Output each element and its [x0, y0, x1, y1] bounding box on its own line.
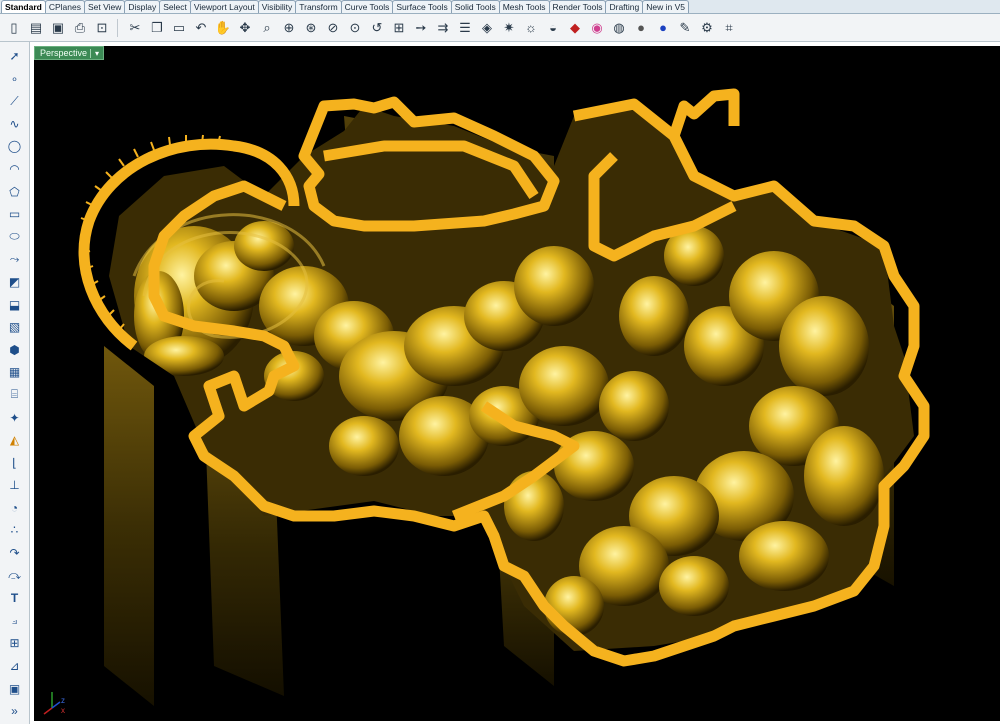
mesh-icon[interactable]: ▦ — [4, 362, 26, 382]
zoom-window-icon[interactable]: ⊕ — [279, 18, 299, 38]
light-icon[interactable]: ✷ — [499, 18, 519, 38]
cut-icon[interactable]: ✂ — [125, 18, 145, 38]
tab-transform[interactable]: Transform — [295, 0, 342, 13]
analyze-icon[interactable]: ◒ — [543, 18, 563, 38]
block-icon[interactable]: ⤼ — [4, 566, 26, 586]
chevron-down-icon[interactable]: ▾ — [90, 48, 103, 58]
copy-object-icon[interactable]: ⇉ — [433, 18, 453, 38]
tab-display[interactable]: Display — [124, 0, 161, 13]
toolbar-tab-strip: Standard CPlanes Set View Display Select View… — [0, 0, 1000, 14]
pan-icon[interactable]: ✋ — [213, 18, 233, 38]
transform-icon[interactable]: ⊞ — [4, 633, 26, 653]
perspective-viewport[interactable] — [34, 46, 1000, 721]
text-icon[interactable]: ↷ — [4, 543, 26, 563]
zoom-selected-icon[interactable]: ⊘ — [323, 18, 343, 38]
world-axes-icon: z x — [40, 688, 70, 718]
material-icon[interactable]: ◍ — [609, 18, 629, 38]
extrude-icon[interactable]: ⬓ — [4, 295, 26, 315]
tab-surface-tools[interactable]: Surface Tools — [392, 0, 452, 13]
axis-label-x: x — [61, 706, 65, 715]
open-icon[interactable]: ▤ — [26, 18, 46, 38]
circle-icon[interactable]: ◯ — [4, 136, 26, 156]
offset-icon[interactable]: ⊥ — [4, 475, 26, 495]
grid-snap-icon[interactable]: ∴ — [4, 520, 26, 540]
tab-cplanes[interactable]: CPlanes — [44, 0, 85, 13]
standard-toolbar: ▯ ▤ ▣ ⎙ ⊡ ✂ ❐ ▭ ↶ ✋ ✥ ⌕ ⊕ ⊛ ⊘ ⊙ ↺ ⊞ ➙ ⇉ … — [0, 14, 1000, 42]
more-icon[interactable]: ▣ — [4, 679, 26, 699]
rotate-icon[interactable]: ✥ — [235, 18, 255, 38]
polyline-icon[interactable]: ⟋ — [4, 91, 26, 111]
move-icon[interactable]: ➙ — [411, 18, 431, 38]
tab-viewport-layout[interactable]: Viewport Layout — [189, 0, 259, 13]
color-wheel-icon[interactable]: ◉ — [587, 18, 607, 38]
zoom-icon[interactable]: ⌕ — [257, 18, 277, 38]
tab-render-tools[interactable]: Render Tools — [548, 0, 607, 13]
print-icon[interactable]: ⎙ — [70, 18, 90, 38]
edit-icon[interactable]: ✦ — [4, 408, 26, 428]
undo-view-icon[interactable]: ↺ — [367, 18, 387, 38]
zoom-target-icon[interactable]: ⊙ — [345, 18, 365, 38]
render-icon[interactable]: ◆ — [565, 18, 585, 38]
point-icon[interactable]: ∘ — [4, 69, 26, 89]
analyze-icon[interactable]: ⟓ — [4, 611, 26, 631]
arc-icon[interactable]: ◠ — [4, 159, 26, 179]
zoom-extents-icon[interactable]: ⊛ — [301, 18, 321, 38]
tab-visibility[interactable]: Visibility — [257, 0, 297, 13]
viewport-title-tab[interactable]: Perspective ▾ — [34, 46, 104, 60]
free-curve-icon[interactable]: ⤳ — [4, 249, 26, 269]
tab-mesh-tools[interactable]: Mesh Tools — [498, 0, 550, 13]
gear-icon[interactable]: ⚙ — [697, 18, 717, 38]
ellipse-icon[interactable]: ⬭ — [4, 227, 26, 247]
gold-relief-model — [78, 88, 930, 706]
more-icon[interactable]: » — [4, 701, 26, 721]
new-icon[interactable]: ▯ — [4, 18, 24, 38]
tab-solid-tools[interactable]: Solid Tools — [450, 0, 500, 13]
viewport-title: Perspective — [40, 48, 88, 58]
options-icon[interactable]: ✎ — [675, 18, 695, 38]
tab-new-in-v5[interactable]: New in V5 — [642, 0, 689, 13]
boolean-icon[interactable]: ◭ — [4, 430, 26, 450]
tab-drafting[interactable]: Drafting — [605, 0, 644, 13]
help-icon[interactable]: ⌗ — [719, 18, 739, 38]
group-icon[interactable]: T — [4, 588, 26, 608]
layers-icon[interactable]: ◈ — [477, 18, 497, 38]
main-left-toolbar: ➚ ∘ ⟋ ∿ ◯ ◠ ⬠ ▭ ⬭ ⤳ ◩ ⬓ ▧ ⬢ ▦ ⌸ ✦ ◭ ⌊ ⊥ … — [0, 42, 30, 724]
axis-label-z: z — [61, 696, 65, 705]
render-sphere-icon[interactable]: ● — [653, 18, 673, 38]
rectangle-icon[interactable]: ▭ — [4, 204, 26, 224]
curve-icon[interactable]: ∿ — [4, 114, 26, 134]
select-icon[interactable]: ➚ — [4, 46, 26, 66]
cube-icon[interactable]: ⊿ — [4, 656, 26, 676]
tab-standard[interactable]: Standard — [1, 0, 46, 13]
surface-icon[interactable]: ◩ — [4, 272, 26, 292]
properties-icon[interactable]: ☰ — [455, 18, 475, 38]
import-icon[interactable]: ⊡ — [92, 18, 112, 38]
fillet-icon[interactable]: ⌊ — [4, 453, 26, 473]
cylinder-icon[interactable]: ⌸ — [4, 385, 26, 405]
tab-select[interactable]: Select — [159, 0, 191, 13]
dimension-icon[interactable]: ◔ — [4, 498, 26, 518]
axes-gizmo — [43, 692, 61, 715]
undo-icon[interactable]: ↶ — [191, 18, 211, 38]
paste-icon[interactable]: ▭ — [169, 18, 189, 38]
solid-icon[interactable]: ⬢ — [4, 340, 26, 360]
tab-curve-tools[interactable]: Curve Tools — [340, 0, 394, 13]
grid-icon[interactable]: ⊞ — [389, 18, 409, 38]
save-icon[interactable]: ▣ — [48, 18, 68, 38]
copy-icon[interactable]: ❐ — [147, 18, 167, 38]
toolbar-separator — [117, 18, 122, 37]
sphere-icon[interactable]: ● — [631, 18, 651, 38]
polygon-icon[interactable]: ⬠ — [4, 182, 26, 202]
bulb-icon[interactable]: ☼ — [521, 18, 541, 38]
tab-set-view[interactable]: Set View — [83, 0, 126, 13]
box-icon[interactable]: ▧ — [4, 317, 26, 337]
